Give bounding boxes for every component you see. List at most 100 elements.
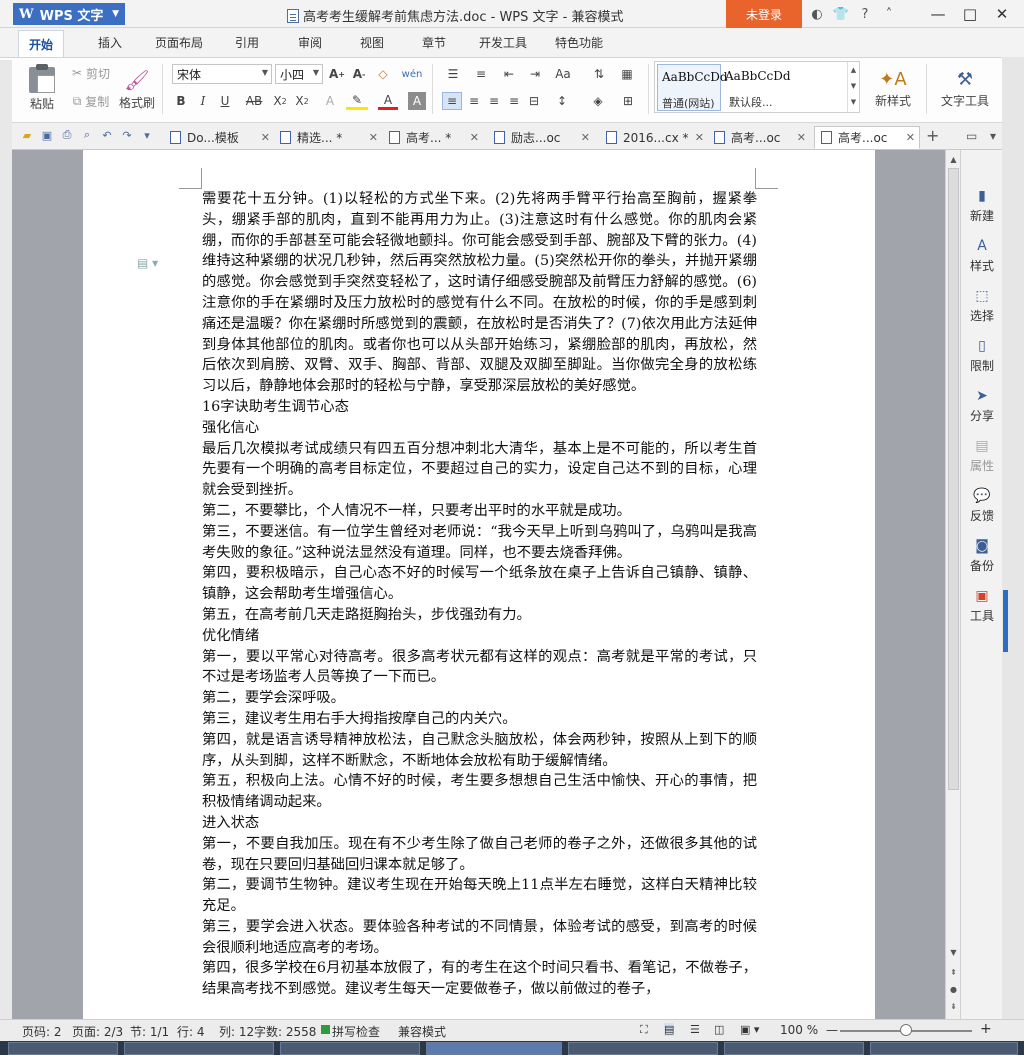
pane-backup[interactable]: ◙ 备份 [961,538,1003,574]
close-icon[interactable]: ✕ [369,131,378,144]
strikethrough-button[interactable]: AB [242,92,266,110]
vertical-scrollbar[interactable]: ▲ ▼ ⇞ ● ⇟ [945,150,960,1019]
pane-share[interactable]: ➤ 分享 [961,388,1003,424]
taskbar-button[interactable] [426,1042,562,1055]
taskbar-button[interactable] [124,1042,274,1055]
line-spacing-button[interactable]: ↕ [550,92,574,110]
text-tools-button[interactable]: ⚒ 文字工具 [934,64,996,114]
font-color-button[interactable]: A [378,92,398,110]
shirt-icon[interactable]: 👕 [830,4,852,24]
new-style-button[interactable]: ✦A 新样式 [866,64,920,114]
style-default-paragraph[interactable]: AaBbCcDd 默认段... [723,64,847,111]
reading-view-icon[interactable]: ▣ ▾ [740,1023,759,1036]
align-left-button[interactable]: ≡ [442,92,462,110]
status-spell-check[interactable]: 拼写检查 [332,1023,380,1040]
fullscreen-view-icon[interactable]: ⛶ [640,1023,648,1037]
skin-icon[interactable]: ◐ [806,4,828,24]
underline-button[interactable]: U [214,92,236,110]
tab-references[interactable]: 引用 [235,34,259,51]
bold-button[interactable]: B [172,92,190,110]
align-center-button[interactable]: ≡ [464,92,484,110]
taskbar-button[interactable] [568,1042,718,1055]
close-icon[interactable]: ✕ [986,2,1018,26]
doc-tab[interactable]: 高考... * ✕ [389,126,479,149]
style-normal-web[interactable]: AaBbCcDd 普通(网站) [657,64,728,111]
close-icon[interactable]: ✕ [906,131,915,144]
close-icon[interactable]: ✕ [581,131,590,144]
taskbar-button[interactable] [870,1042,1018,1055]
format-painter-button[interactable]: 🖌 格式刷 [116,64,158,114]
pane-new[interactable]: ▮ 新建 [961,188,1003,224]
tab-developer[interactable]: 开发工具 [479,34,527,51]
doc-tab[interactable]: 精选... * ✕ [280,126,378,149]
distribute-button[interactable]: ⊟ [524,92,544,110]
pane-tools[interactable]: ▣ 工具 [961,588,1003,624]
cut-button[interactable]: ✂ 剪切 [66,64,116,82]
copy-button[interactable]: ⧉ 复制 [66,92,116,110]
tab-view[interactable]: 视图 [360,34,384,51]
pane-properties[interactable]: ▤ 属性 [961,438,1003,474]
zoom-slider-thumb[interactable] [900,1024,912,1036]
tab-insert[interactable]: 插入 [98,34,122,51]
app-menu-button[interactable]: W WPS 文字 ▼ [13,3,125,25]
numbered-list-button[interactable]: ≡ [470,64,492,84]
document-text[interactable]: 需要花十五分钟。(1)以轻松的方式坐下来。(2)先将两手臂平行抬高至胸前，握紧拳… [202,189,757,1000]
prev-page-icon[interactable]: ⇞ [946,965,961,979]
tab-review[interactable]: 审阅 [298,34,322,51]
tab-list-icon[interactable]: ▭ [966,129,977,143]
pane-styles[interactable]: A 样式 [961,238,1003,274]
subscript-button[interactable]: X2 [292,92,312,110]
phonetic-guide-button[interactable]: wén [400,64,424,84]
zoom-in-icon[interactable]: + [980,1021,992,1037]
zoom-level[interactable]: 100 % [780,1023,818,1037]
status-page-number[interactable]: 页码: 2 [22,1023,62,1040]
new-tab-icon[interactable]: + [926,126,939,145]
print-preview-icon[interactable]: ⌕ [80,128,94,142]
table-button[interactable]: ▦ [616,64,638,84]
font-size-select[interactable]: 小四 ▼ [275,64,323,84]
doc-tab[interactable]: 2016...cx * ✕ [606,126,704,149]
status-col[interactable]: 列: 12 [219,1023,254,1040]
close-icon[interactable]: ✕ [797,131,806,144]
borders-button[interactable]: ⊞ [616,92,640,110]
italic-button[interactable]: I [194,92,212,110]
doc-tab[interactable]: Do...模板 ✕ [170,126,270,149]
doc-tab-active[interactable]: 高考...oc ✕ [814,126,920,149]
shading-button[interactable]: ◈ [586,92,610,110]
align-justify-button[interactable]: ≡ [504,92,524,110]
pane-expand-handle[interactable] [1003,590,1008,652]
web-view-icon[interactable]: ◫ [714,1023,724,1036]
tab-special-features[interactable]: 特色功能 [555,34,603,51]
styles-scroll[interactable]: ▲ ▼ ▼ [847,62,859,112]
status-section[interactable]: 节: 1/1 [130,1023,169,1040]
next-page-icon[interactable]: ⇟ [946,999,961,1013]
shrink-font-button[interactable]: A- [350,64,368,84]
page-view-icon[interactable]: ▤ [664,1023,675,1036]
text-effect-button[interactable]: A [320,92,340,110]
taskbar-button[interactable] [280,1042,420,1055]
highlight-button[interactable]: ✎ [346,92,368,110]
open-folder-icon[interactable]: ▰ [20,128,34,142]
pane-select[interactable]: ⬚ 选择 [961,288,1003,324]
scroll-thumb[interactable] [948,168,959,790]
pane-feedback[interactable]: 💬 反馈 [961,488,1003,524]
collapse-ribbon-icon[interactable]: ˄ [878,4,900,24]
chevron-down-icon[interactable]: ▾ [140,128,154,142]
close-icon[interactable]: ✕ [470,131,479,144]
align-right-button[interactable]: ≡ [484,92,504,110]
tab-chapter[interactable]: 章节 [422,34,446,51]
close-icon[interactable]: ✕ [695,131,704,144]
doc-tab[interactable]: 高考...oc ✕ [714,126,806,149]
font-name-select[interactable]: 宋体 ▼ [172,64,272,84]
undo-icon[interactable]: ↶ [100,128,114,142]
help-icon[interactable]: ? [854,4,876,24]
scroll-down-icon[interactable]: ▼ [946,945,961,959]
outline-view-icon[interactable]: ☰ [690,1023,700,1036]
minimize-icon[interactable]: — [922,2,954,26]
tab-options-icon[interactable]: ▾ [990,129,996,143]
char-shading-button[interactable]: A [408,92,426,110]
status-word-count[interactable]: 字数: 2558 [254,1023,316,1040]
redo-icon[interactable]: ↷ [120,128,134,142]
sort-button[interactable]: ⇅ [588,64,610,84]
decrease-indent-button[interactable]: ⇤ [498,64,520,84]
